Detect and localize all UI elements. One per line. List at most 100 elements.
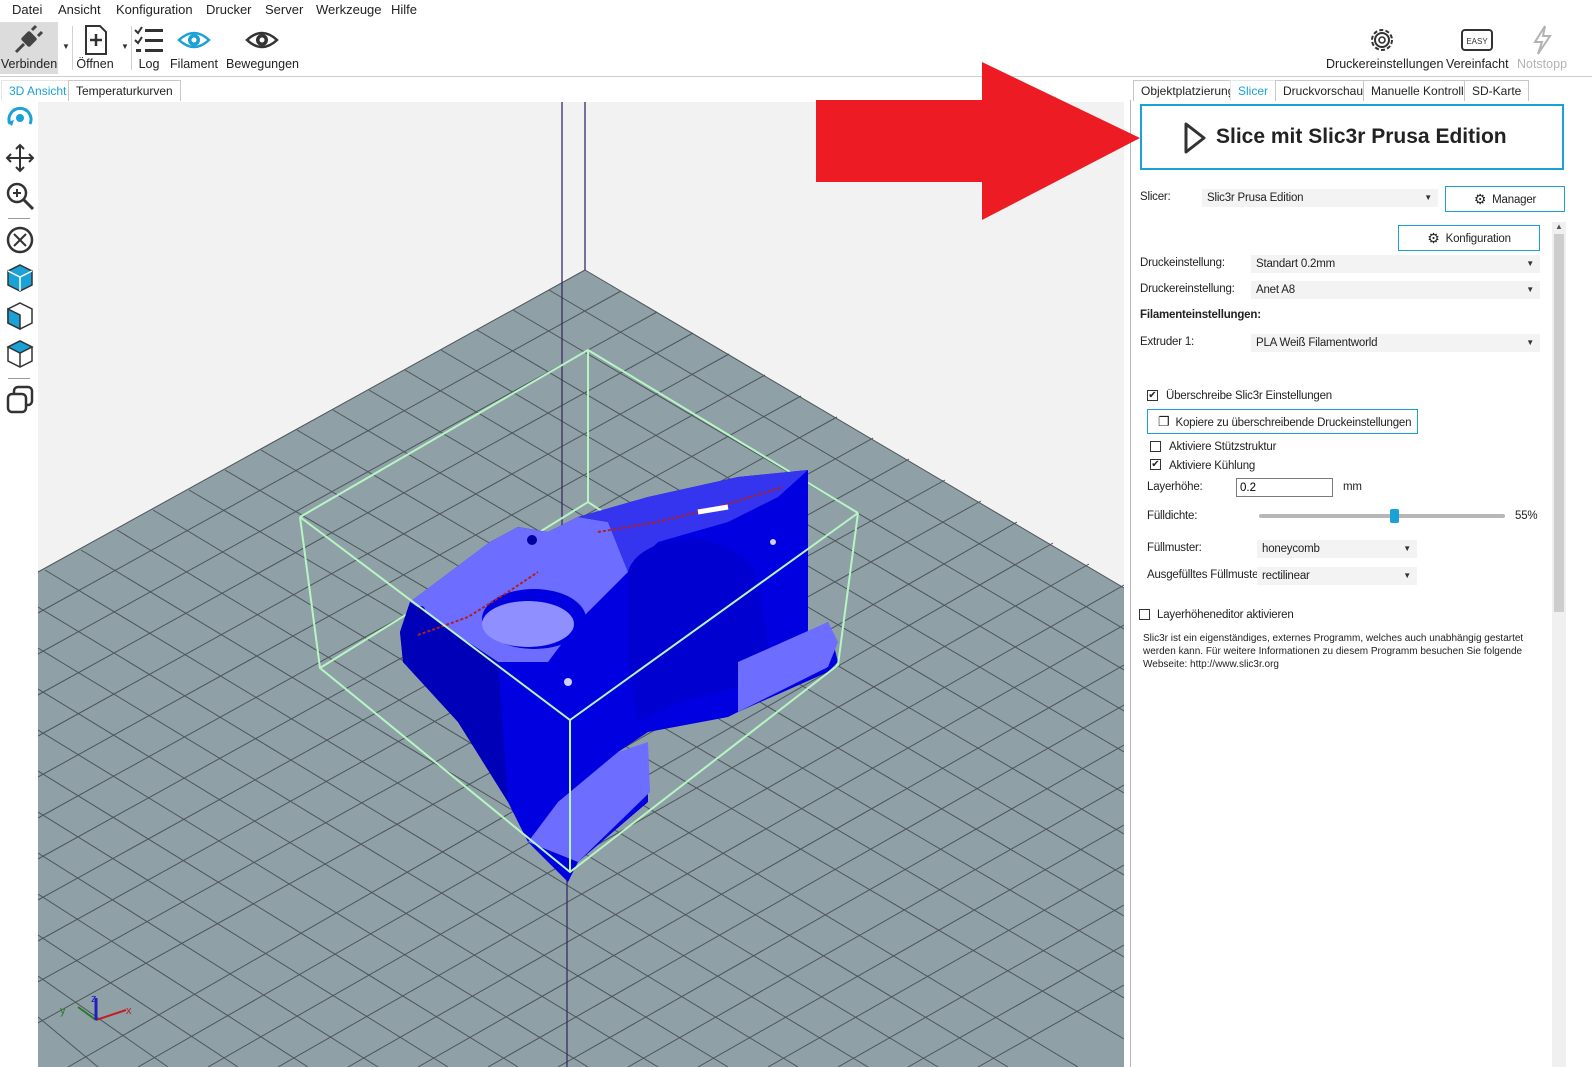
menu-ansicht[interactable]: Ansicht (58, 2, 101, 17)
infill-density-value: 55% (1515, 510, 1538, 522)
chevron-down-icon: ▼ (1526, 259, 1534, 268)
menu-bar: Datei Ansicht Konfiguration Drucker Serv… (0, 0, 1592, 20)
tab-sd-card[interactable]: SD-Karte (1464, 80, 1530, 101)
top-view-icon[interactable] (4, 338, 36, 370)
open-dropdown-icon[interactable]: ▼ (121, 42, 129, 51)
printer-setting-label: Druckereinstellung: (1140, 283, 1235, 295)
menu-konfiguration[interactable]: Konfiguration (116, 2, 193, 17)
support-label: Aktiviere Stützstruktur (1169, 441, 1277, 453)
slice-button[interactable]: Slice mit Slic3r Prusa Edition (1140, 104, 1564, 170)
scroll-up-icon[interactable]: ▲ (1555, 222, 1563, 231)
print-setting-select[interactable]: Standart 0.2mm ▼ (1251, 255, 1540, 273)
chevron-down-icon: ▼ (1403, 544, 1411, 553)
slicer-label: Slicer: (1140, 191, 1171, 203)
gear-icon: ⚙ (1473, 191, 1487, 207)
tab-slicer[interactable]: Slicer (1230, 80, 1277, 101)
cooling-checkbox[interactable]: ✔ (1150, 459, 1161, 470)
slice-button-label: Slice mit Slic3r Prusa Edition (1216, 125, 1507, 148)
slicer-select[interactable]: Slic3r Prusa Edition ▼ (1202, 189, 1438, 207)
chevron-down-icon: ▼ (1424, 193, 1432, 202)
printer-settings-button[interactable]: Druckereinstellungen (1326, 22, 1444, 74)
menu-hilfe[interactable]: Hilfe (391, 2, 417, 17)
connect-button[interactable]: Verbinden (0, 22, 58, 74)
menu-drucker[interactable]: Drucker (206, 2, 252, 17)
plug-icon (14, 24, 44, 54)
gear-icon: ⚙ (1427, 230, 1440, 246)
arrow-shape (816, 62, 1140, 220)
settings-scrollbar[interactable]: ▲ (1552, 222, 1566, 1067)
toolbar-separator (72, 26, 73, 70)
front-view-icon[interactable] (4, 300, 36, 332)
cooling-label: Aktiviere Kühlung (1169, 460, 1256, 472)
connect-dropdown-icon[interactable]: ▼ (62, 42, 70, 51)
emergency-stop-button[interactable]: Notstopp (1514, 22, 1570, 74)
override-label: Überschreibe Slic3r Einstellungen (1166, 390, 1332, 402)
support-checkbox[interactable] (1150, 441, 1161, 452)
layer-height-label: Layerhöhe: (1147, 481, 1203, 493)
copy-objects-icon[interactable] (4, 384, 36, 416)
infill-density-slider-thumb[interactable] (1390, 509, 1400, 523)
tab-3d-view[interactable]: 3D Ansicht (1, 80, 75, 101)
tab-print-preview[interactable]: Druckvorschau (1275, 80, 1372, 101)
move-view-icon[interactable] (4, 142, 36, 174)
slicer-select-value: Slic3r Prusa Edition (1207, 192, 1304, 204)
toolbar: Verbinden ▼ Öffnen ▼ Log Filament Bewegu… (0, 20, 1592, 77)
toolbar-separator (131, 26, 132, 70)
rotate-view-icon[interactable] (4, 104, 36, 136)
layer-height-input[interactable] (1236, 478, 1333, 497)
simplified-mode-button[interactable]: EASY Vereinfacht (1446, 22, 1509, 74)
copy-overrides-button[interactable]: ❐ Kopiere zu überschreibende Druckeinste… (1147, 409, 1418, 434)
moves-label: Bewegungen (226, 57, 299, 71)
3d-viewport[interactable]: y x z (38, 102, 1124, 1067)
configuration-button-label: Konfiguration (1445, 233, 1511, 245)
menu-werkzeuge[interactable]: Werkzeuge (316, 2, 382, 17)
moves-toggle-button[interactable]: Bewegungen (226, 22, 299, 74)
open-button[interactable]: Öffnen (74, 22, 116, 74)
tools-divider (8, 378, 30, 379)
scrollbar-thumb[interactable] (1554, 234, 1564, 612)
extruder-filament-select[interactable]: PLA Weiß Filamentworld ▼ (1251, 334, 1540, 352)
eye-icon (177, 31, 211, 49)
menu-datei[interactable]: Datei (12, 2, 42, 17)
gear-icon (1371, 29, 1393, 51)
log-label: Log (138, 57, 160, 71)
tab-temperature-curves[interactable]: Temperaturkurven (68, 80, 181, 101)
chevron-down-icon: ▼ (1403, 571, 1411, 580)
easy-mode-icon: EASY (1461, 29, 1493, 51)
tab-object-placement[interactable]: Objektplatzierung (1133, 80, 1243, 101)
fit-view-icon[interactable] (4, 224, 36, 256)
solid-fill-pattern-label: Ausgefülltes Füllmuster: (1147, 569, 1265, 581)
configuration-button[interactable]: ⚙ Konfiguration (1398, 225, 1540, 251)
eye-icon (245, 31, 279, 49)
filament-label: Filament (170, 57, 218, 71)
svg-text:z: z (91, 993, 97, 1005)
infill-density-slider[interactable] (1259, 509, 1505, 523)
svg-text:y: y (60, 1005, 66, 1017)
copy-overrides-label: Kopiere zu überschreibende Druckeinstell… (1175, 417, 1412, 429)
print-setting-value: Standart 0.2mm (1256, 258, 1336, 270)
simplified-label: Vereinfacht (1446, 57, 1509, 71)
3d-scene: y x z (38, 102, 1124, 1067)
filament-toggle-button[interactable]: Filament (168, 22, 220, 74)
printer-setting-value: Anet A8 (1256, 284, 1295, 296)
fill-pattern-select[interactable]: honeycomb ▼ (1257, 540, 1417, 558)
printer-settings-label: Druckereinstellungen (1326, 57, 1444, 71)
manager-button[interactable]: ⚙ Manager (1445, 186, 1565, 212)
connect-label: Verbinden (0, 57, 58, 71)
log-button[interactable]: Log (133, 22, 165, 74)
solid-fill-pattern-value: rectilinear (1262, 570, 1310, 582)
isometric-view-icon[interactable] (4, 262, 36, 294)
tab-manual-control[interactable]: Manuelle Kontrolle (1363, 80, 1479, 101)
layer-height-unit: mm (1343, 481, 1362, 493)
extruder-label: Extruder 1: (1140, 336, 1195, 348)
view-tools-sidebar (0, 102, 38, 1067)
solid-fill-pattern-select[interactable]: rectilinear ▼ (1257, 567, 1417, 585)
new-file-icon (85, 25, 107, 55)
menu-server[interactable]: Server (265, 2, 303, 17)
printer-setting-select[interactable]: Anet A8 ▼ (1251, 281, 1540, 299)
tools-divider (8, 218, 30, 219)
override-checkbox[interactable]: ✔ (1147, 390, 1158, 401)
list-icon (134, 26, 163, 52)
layer-editor-checkbox[interactable] (1139, 609, 1150, 620)
zoom-icon[interactable] (4, 180, 36, 212)
